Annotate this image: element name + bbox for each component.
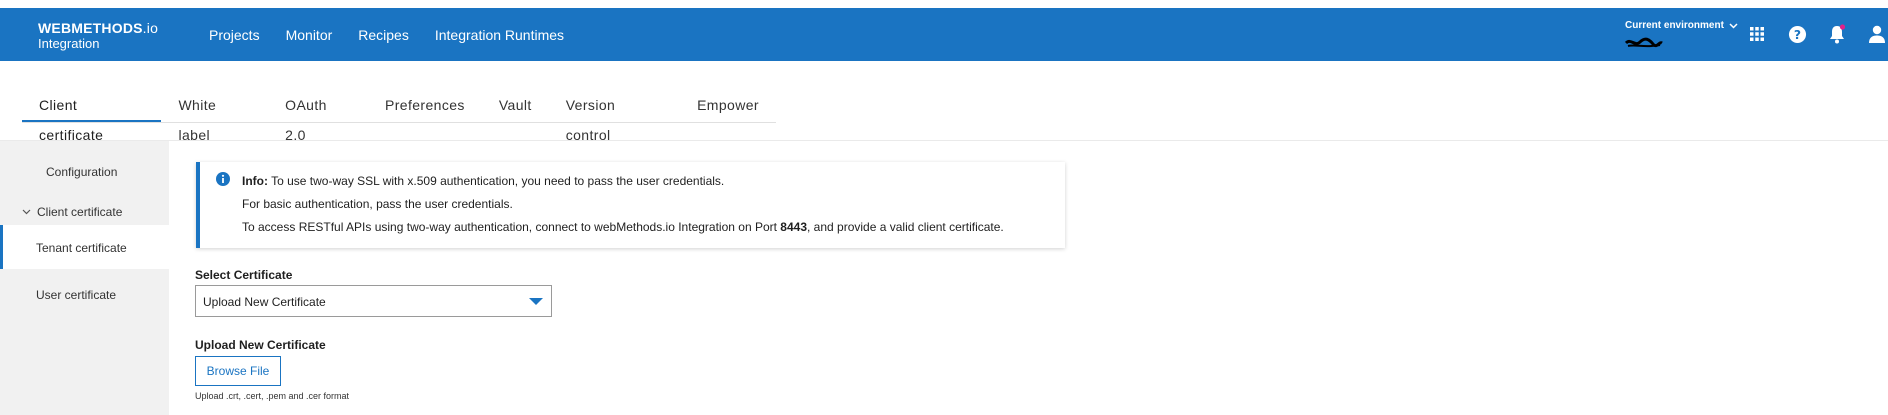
certificate-select-value: Upload New Certificate — [203, 295, 326, 309]
tabs-divider — [0, 140, 1888, 141]
sidebar-item-configuration[interactable]: Configuration — [46, 165, 117, 179]
tab-white-label[interactable]: White label — [161, 90, 268, 143]
redacted-environment-name — [1624, 37, 1663, 48]
apps-grid-icon[interactable] — [1746, 23, 1768, 45]
user-icon[interactable] — [1866, 23, 1888, 45]
sidebar-item-tenant-certificate[interactable]: Tenant certificate — [36, 241, 127, 255]
nav-integration-runtimes[interactable]: Integration Runtimes — [435, 27, 564, 43]
sidebar-item-label: Client certificate — [37, 205, 123, 219]
nav-projects[interactable]: Projects — [209, 27, 260, 43]
nav-monitor[interactable]: Monitor — [286, 27, 333, 43]
tab-oauth[interactable]: OAuth 2.0 — [268, 90, 368, 143]
notification-bell-icon[interactable] — [1826, 23, 1848, 45]
sidebar: Configuration Client certificate Tenant … — [0, 141, 169, 415]
tab-vault[interactable]: Vault — [482, 90, 549, 121]
caret-down-icon — [529, 298, 543, 305]
info-icon — [216, 172, 230, 186]
brand-name: WEBMETHODS — [38, 20, 143, 36]
tab-preferences[interactable]: Preferences — [368, 90, 482, 121]
tab-empower[interactable]: Empower — [680, 90, 776, 121]
info-banner: Info: To use two-way SSL with x.509 auth… — [196, 162, 1065, 248]
svg-text:?: ? — [1793, 27, 1800, 41]
settings-tabs: Client certificate White label OAuth 2.0… — [22, 90, 776, 143]
environment-selector[interactable]: Current environment — [1624, 20, 1738, 54]
tab-version-control[interactable]: Version control — [549, 90, 680, 143]
sidebar-active-indicator — [0, 225, 3, 269]
upload-certificate-label: Upload New Certificate — [195, 338, 326, 352]
browse-file-button[interactable]: Browse File — [195, 356, 281, 386]
upload-format-hint: Upload .crt, .cert, .pem and .cer format — [195, 391, 350, 401]
info-line-2: For basic authentication, pass the user … — [242, 197, 513, 211]
brand-suffix: .io — [142, 20, 159, 36]
environment-label: Current environment — [1625, 20, 1724, 31]
sidebar-item-client-certificate[interactable]: Client certificate — [22, 205, 122, 219]
info-prefix: Info: — [242, 174, 268, 188]
main-nav: Projects Monitor Recipes Integration Run… — [209, 8, 590, 61]
chevron-down-icon — [22, 209, 31, 215]
info-line-1: Info: To use two-way SSL with x.509 auth… — [242, 174, 725, 188]
port-number: 8443 — [780, 220, 807, 234]
select-certificate-label: Select Certificate — [195, 268, 293, 282]
sidebar-item-user-certificate[interactable]: User certificate — [36, 288, 116, 302]
info-line-3: To access RESTful APIs using two-way aut… — [242, 220, 1004, 234]
brand-subtitle: Integration — [38, 36, 100, 51]
tab-client-certificate[interactable]: Client certificate — [22, 90, 162, 143]
help-icon[interactable]: ? — [1786, 23, 1808, 45]
chevron-down-icon — [1729, 22, 1738, 29]
nav-recipes[interactable]: Recipes — [358, 27, 409, 43]
top-header: WEBMETHODS.io Integration Projects Monit… — [0, 8, 1888, 61]
brand-logo[interactable]: WEBMETHODS.io Integration — [38, 20, 158, 52]
certificate-select[interactable]: Upload New Certificate — [195, 285, 552, 317]
